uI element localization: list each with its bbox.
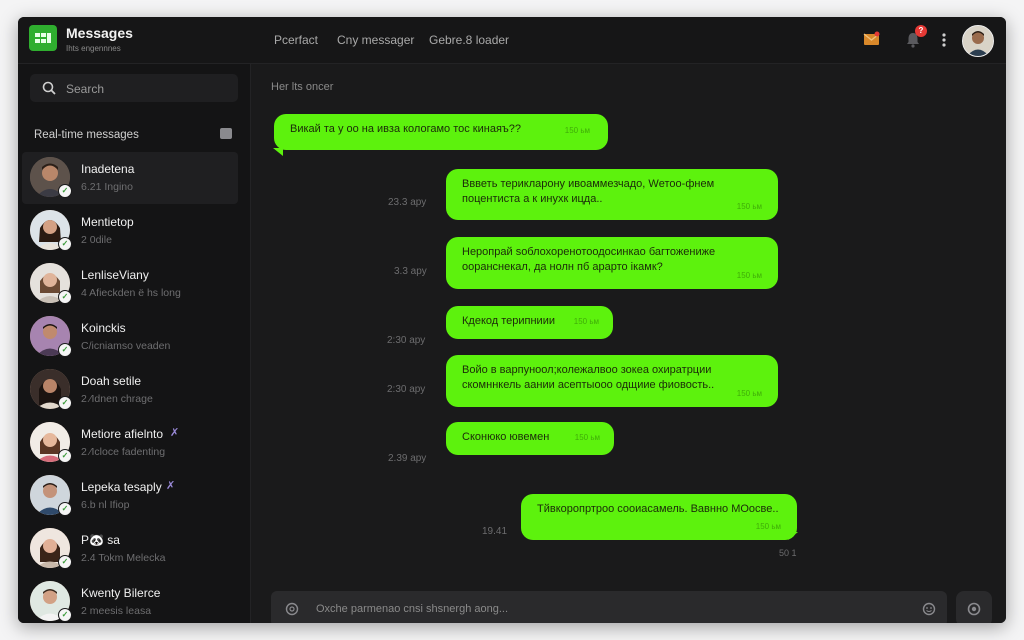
contact-preview: 2 0dile — [81, 234, 112, 246]
status-check-icon: ✓ — [58, 343, 72, 357]
attach-icon[interactable] — [285, 602, 299, 616]
contact-item[interactable]: ✓ Lepeka tesaply ✗ 6.b nl Ifiop — [18, 470, 250, 522]
conversation-sidebar: Search Real-time messages ✓ Inadetena 6.… — [18, 64, 251, 623]
contact-name: Metiore afielnto — [81, 427, 164, 441]
user-avatar[interactable] — [962, 25, 994, 57]
sparkle-icon: ✗ — [166, 480, 176, 492]
message-meta: 150 ьм — [755, 522, 781, 531]
message-time: 23.3 ару — [388, 197, 427, 208]
contact-item[interactable]: ✓ Kwenty Bilerce 2 meesis leasa — [18, 576, 250, 623]
archive-icon[interactable] — [220, 128, 232, 139]
sparkle-icon: ✗ — [170, 427, 180, 439]
section-title: Real-time messages — [34, 129, 139, 141]
message-bubble[interactable]: Тйвкоропртроо сооиасамель. Вавнно МОосве… — [521, 494, 797, 540]
message-time: 2.39 ару — [388, 453, 427, 464]
contact-name: Doah setile — [81, 374, 142, 388]
notification-badge: ? — [915, 25, 927, 37]
message-text: Викай та у оо на ивза кологамо тос киная… — [290, 123, 522, 135]
message-bubble[interactable]: Неропрай ѕоблохоренотоодосинкао багтожен… — [446, 237, 778, 289]
emoji-icon[interactable] — [922, 602, 936, 616]
message-text: Сконюко ювемен — [462, 431, 550, 443]
contact-preview: 2 meesis leasa — [81, 605, 152, 617]
app-window: Messages Ihts engennnes Pcerfact Cny mes… — [18, 17, 1006, 623]
day-label: Her lts oncer — [271, 81, 334, 93]
contact-name: P🐼 sa — [81, 533, 120, 547]
status-check-icon: ✓ — [58, 290, 72, 304]
message-input[interactable]: Oxche parmenao cnsi shsnergh aong... — [271, 591, 947, 623]
search-placeholder: Search — [66, 82, 105, 96]
search-input[interactable]: Search — [30, 74, 238, 102]
contact-preview: 2 ⁄Icloce fadenting — [81, 446, 166, 458]
message-time: 3.3 ару — [394, 266, 427, 277]
contact-preview: 2 ⁄Idnen chrage — [81, 393, 153, 405]
contact-name: Mentietop — [81, 215, 134, 229]
contact-item[interactable]: ✓ Mentietop 2 0dile — [18, 205, 250, 257]
message-meta: 150 ьм — [573, 317, 599, 326]
tab-pcerfact[interactable]: Pcerfact — [274, 33, 318, 47]
message-text: Ввветь терикларону ивоаммезчадо, Wетоо-ф… — [462, 178, 715, 205]
tab-gebre-loader[interactable]: Gebre.8 loader — [429, 33, 509, 47]
status-check-icon: ✓ — [58, 237, 72, 251]
contact-preview: C/icniamso veaden — [81, 340, 171, 352]
app-header: Messages Ihts engennnes Pcerfact Cny mes… — [18, 17, 1006, 64]
message-time: 2:30 ару — [387, 384, 426, 395]
message-meta: 150 ьм — [736, 271, 762, 280]
contact-preview: 6.b nl Ifiop — [81, 499, 130, 511]
contact-name: LenliseViany — [81, 268, 149, 282]
status-check-icon: ✓ — [58, 502, 72, 516]
contact-name: Koinckis — [81, 321, 126, 335]
contact-name: Kwenty Bilerce — [81, 586, 161, 600]
status-check-icon: ✓ — [58, 184, 72, 198]
message-meta: 150 ьм — [574, 433, 600, 442]
message-bubble[interactable]: Сконюко ювемен 150 ьм — [446, 422, 614, 455]
status-check-icon: ✓ — [58, 449, 72, 463]
message-placeholder: Oxche parmenao cnsi shsnergh aong... — [316, 603, 509, 615]
message-text: Войо в варпуноол;колежалвоо зокеа охират… — [462, 364, 715, 391]
contact-preview: 2.4 Tokm Melecka — [81, 552, 166, 564]
message-meta: 150 ьм — [564, 126, 590, 135]
app-logo-icon — [29, 25, 57, 51]
message-time: 19.41 — [482, 526, 508, 537]
mail-icon[interactable] — [863, 31, 880, 47]
message-bubble[interactable]: Викай та у оо на ивза кологамо тос киная… — [274, 114, 608, 150]
status-check-icon: ✓ — [58, 555, 72, 569]
contact-item[interactable]: ✓ Koinckis C/icniamso veaden — [18, 311, 250, 363]
status-check-icon: ✓ — [58, 396, 72, 410]
message-text: Неропрай ѕоблохоренотоодосинкао багтожен… — [462, 246, 716, 273]
contact-item[interactable]: ✓ Inadetena 6.21 Ingino — [22, 152, 238, 204]
status-check-icon: ✓ — [58, 608, 72, 622]
app-title: Messages — [66, 25, 133, 41]
message-text: Тйвкоропртроо сооиасамель. Вавнно МОосве… — [537, 503, 779, 515]
message-bubble[interactable]: Кдекод терипниии 150 ьм — [446, 306, 613, 339]
send-icon — [967, 602, 981, 616]
contact-preview: 4 Afieckden ë hs long — [81, 287, 181, 299]
message-bubble[interactable]: Войо в варпуноол;колежалвоо зокеа охират… — [446, 355, 778, 407]
contact-name: Inadetena — [81, 162, 135, 176]
contact-item[interactable]: ✓ LenliseViany 4 Afieckden ë hs long — [18, 258, 250, 310]
contact-preview: 6.21 Ingino — [81, 181, 133, 193]
message-bubble[interactable]: Ввветь терикларону ивоаммезчадо, Wетоо-ф… — [446, 169, 778, 220]
message-text: Кдекод терипниии — [462, 315, 555, 327]
message-time: 2:30 ару — [387, 335, 426, 346]
search-icon — [42, 81, 56, 95]
send-button[interactable] — [956, 591, 992, 623]
chat-panel: Her lts oncer Викай та у оо на ивза коло… — [251, 64, 1006, 623]
message-meta: 150 ьм — [736, 389, 762, 398]
more-options-icon[interactable] — [941, 32, 947, 48]
contact-item[interactable]: ✓ Doah setile 2 ⁄Idnen chrage — [18, 364, 250, 416]
contact-item[interactable]: ✓ P🐼 sa 2.4 Tokm Melecka — [18, 523, 250, 575]
contact-item[interactable]: ✓ Metiore afielnto ✗ 2 ⁄Icloce fadenting — [18, 417, 250, 469]
message-meta: 150 ьм — [736, 202, 762, 211]
app-subtitle: Ihts engennnes — [66, 44, 121, 53]
tab-cny-messager[interactable]: Cny messager — [337, 33, 414, 47]
footer-time: 50 1 — [779, 548, 797, 558]
contact-name: Lepeka tesaply — [81, 480, 162, 494]
